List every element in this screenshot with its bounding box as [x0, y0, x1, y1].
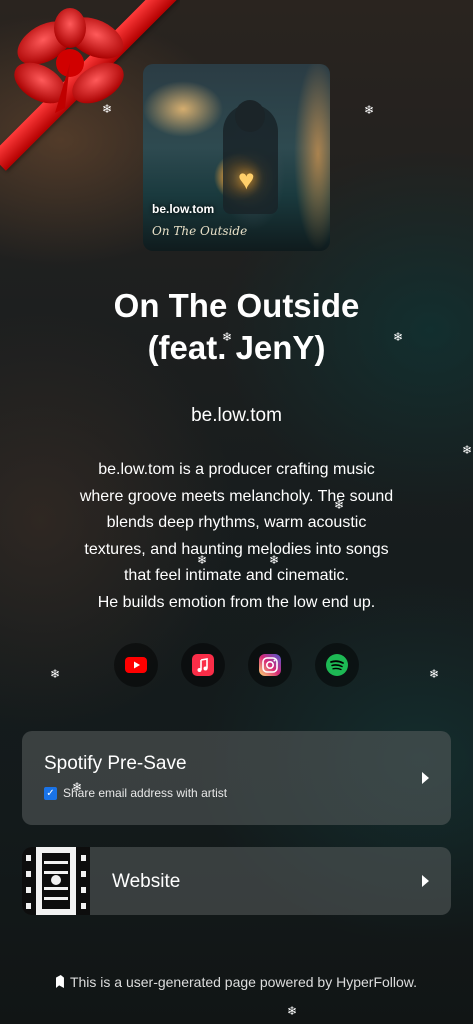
- snowflake-icon: ❄: [72, 780, 83, 794]
- apple-music-icon: [192, 654, 214, 676]
- spotify-link[interactable]: [315, 643, 359, 687]
- snowflake-icon: ❄: [429, 667, 440, 681]
- share-email-label: Share email address with artist: [63, 786, 228, 800]
- snowflake-icon: ❄: [287, 1004, 298, 1018]
- film-strip-icon: [22, 847, 90, 915]
- snowflake-icon: ❄: [102, 102, 113, 116]
- cover-title-text: On The Outside: [152, 224, 248, 238]
- spotify-presave-button[interactable]: Spotify Pre-Save ✓ Share email address w…: [22, 731, 451, 825]
- snowflake-icon: ❄: [462, 443, 473, 457]
- snowflake-icon: ❄: [334, 498, 345, 512]
- artist-name: be.low.tom: [191, 405, 282, 426]
- apple-music-link[interactable]: [181, 643, 225, 687]
- snowflake-icon: ❄: [222, 330, 233, 344]
- cover-artist-text: be.low.tom: [152, 202, 215, 216]
- chevron-right-icon: [422, 772, 429, 784]
- snowflake-icon: ❄: [269, 553, 280, 567]
- share-email-checkbox[interactable]: ✓: [44, 786, 57, 800]
- spotify-icon: [326, 654, 348, 676]
- footer-text: This is a user-generated page powered by…: [69, 974, 418, 990]
- release-title: On The Outside (feat. JenY): [113, 287, 360, 366]
- youtube-link[interactable]: [114, 643, 158, 687]
- social-links: [0, 643, 473, 687]
- instagram-link[interactable]: [248, 643, 292, 687]
- snowflake-icon: ❄: [197, 553, 208, 567]
- heart-icon: ♥: [238, 164, 255, 195]
- footer: This is a user-generated page powered by…: [0, 974, 473, 990]
- snowflake-icon: ❄: [364, 103, 375, 117]
- website-button[interactable]: Website: [22, 847, 451, 915]
- website-label: Website: [112, 871, 181, 892]
- presave-title: Spotify Pre-Save: [44, 753, 187, 774]
- youtube-icon: [125, 657, 147, 673]
- snowflake-icon: ❄: [393, 330, 404, 344]
- chevron-right-icon: [422, 875, 429, 887]
- artist-bio: be.low.tom is a producer crafting music …: [79, 461, 394, 611]
- album-cover: ♥ be.low.tom On The Outside: [143, 64, 330, 251]
- hyperfollow-logo-icon: [55, 975, 64, 988]
- instagram-icon: [259, 654, 281, 676]
- snowflake-icon: ❄: [50, 667, 61, 681]
